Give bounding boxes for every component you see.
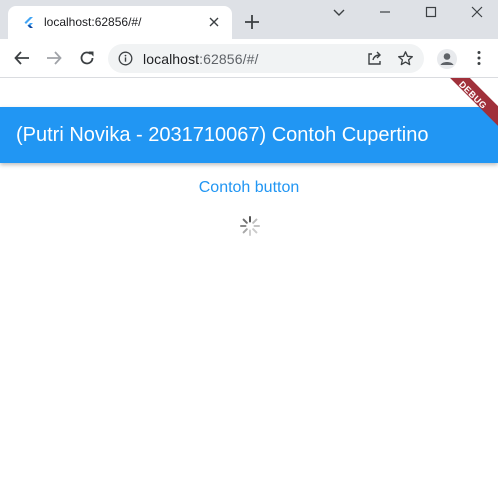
address-bar[interactable]: localhost:62856/#/ <box>108 44 424 73</box>
new-tab-icon[interactable] <box>243 13 261 31</box>
minimize-icon[interactable] <box>377 4 393 20</box>
flutter-favicon-icon <box>24 17 33 28</box>
tab-search-chevron-icon[interactable] <box>331 4 347 20</box>
contoh-button[interactable]: Contoh button <box>0 179 498 197</box>
app-bar: (Putri Novika - 2031710067) Contoh Cuper… <box>0 107 498 163</box>
url-path: :62856/#/ <box>199 51 259 67</box>
address-url[interactable]: localhost:62856/#/ <box>143 51 258 67</box>
reload-icon[interactable] <box>78 49 96 67</box>
close-tab-icon[interactable] <box>206 14 222 30</box>
page-title: (Putri Novika - 2031710067) Contoh Cuper… <box>16 124 429 146</box>
share-icon[interactable] <box>366 50 383 67</box>
maximize-icon[interactable] <box>423 4 439 20</box>
site-info-icon[interactable] <box>118 51 133 66</box>
browser-toolbar: localhost:62856/#/ <box>0 39 498 78</box>
bookmark-star-icon[interactable] <box>397 50 414 67</box>
activity-indicator-icon <box>240 216 260 236</box>
tab-strip: localhost:62856/#/ <box>0 0 498 39</box>
close-window-icon[interactable] <box>469 4 485 20</box>
back-arrow-icon[interactable] <box>13 49 31 67</box>
url-host: localhost <box>143 51 200 67</box>
app-body: Contoh button <box>0 163 498 494</box>
browser-menu-icon[interactable] <box>470 49 488 67</box>
browser-tab[interactable]: localhost:62856/#/ <box>8 6 232 39</box>
forward-arrow-icon[interactable] <box>45 49 63 67</box>
tab-title: localhost:62856/#/ <box>44 15 142 29</box>
profile-avatar-icon[interactable] <box>436 48 458 70</box>
